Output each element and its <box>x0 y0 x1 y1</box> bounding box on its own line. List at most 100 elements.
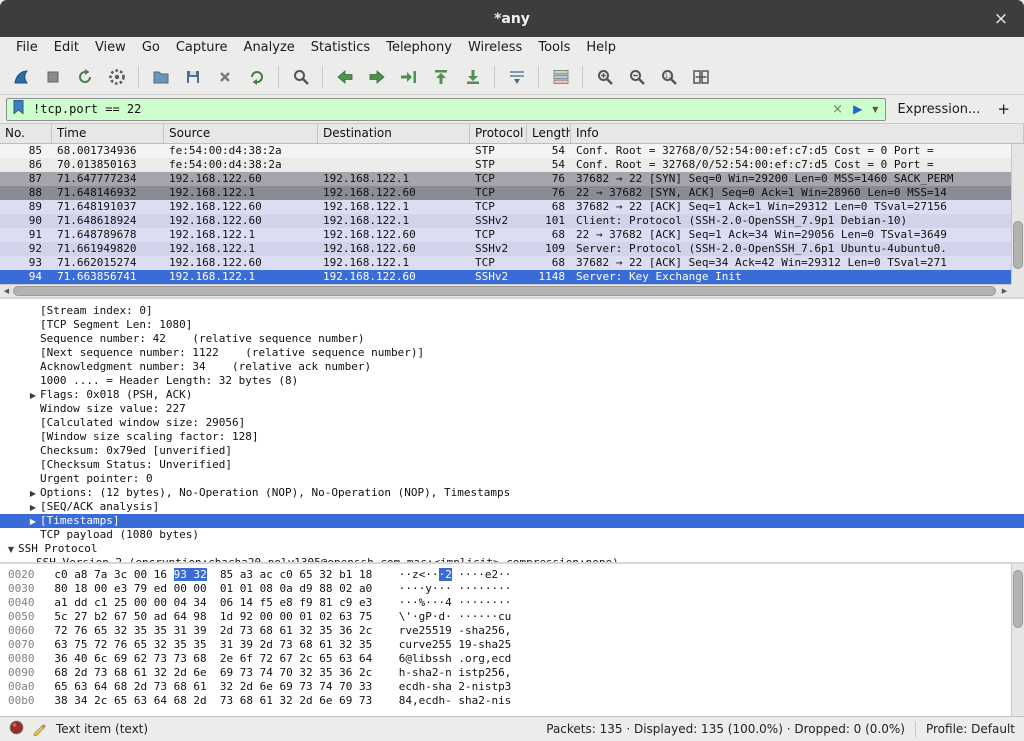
column-header-length[interactable]: Length <box>527 124 571 143</box>
scrollbar-thumb[interactable] <box>13 286 996 296</box>
packet-row[interactable]: 91 71.648789678 192.168.122.1 192.168.12… <box>0 228 1011 242</box>
hex-row[interactable]: 0020c0 a8 7a 3c 00 16 93 3285 a3 ac c0 6… <box>8 568 1024 582</box>
colorize-icon[interactable] <box>545 62 576 91</box>
file-save-icon[interactable] <box>177 62 208 91</box>
menu-item[interactable]: Go <box>134 37 168 59</box>
packet-row[interactable]: 88 71.648146932 192.168.122.1 192.168.12… <box>0 186 1011 200</box>
display-filter-input[interactable] <box>31 101 824 117</box>
expression-button[interactable]: Expression... <box>893 102 984 117</box>
expander-icon[interactable]: ▶ <box>26 389 40 402</box>
detail-row[interactable]: Sequence number: 42 (relative sequence n… <box>0 332 1024 346</box>
add-filter-button[interactable]: + <box>991 100 1018 118</box>
packet-row[interactable]: 90 71.648618924 192.168.122.60 192.168.1… <box>0 214 1011 228</box>
zoom-original-icon[interactable]: 1:1 <box>653 62 684 91</box>
hex-row[interactable]: 003080 18 00 e3 79 ed 00 0001 01 08 0a d… <box>8 582 1024 596</box>
go-to-packet-icon[interactable] <box>393 62 424 91</box>
scroll-left-icon[interactable]: ◀ <box>0 287 13 295</box>
filter-dropdown-icon[interactable]: ▼ <box>870 105 880 114</box>
packet-row[interactable]: 87 71.647777234 192.168.122.60 192.168.1… <box>0 172 1011 186</box>
detail-row[interactable]: Urgent pointer: 0 <box>0 472 1024 486</box>
packet-row[interactable]: 85 68.001734936 fe:54:00:d4:38:2a STP 54… <box>0 144 1011 158</box>
hex-row[interactable]: 006072 76 65 32 35 35 31 392d 73 68 61 3… <box>8 624 1024 638</box>
display-filter-field[interactable]: × ▶ ▼ <box>6 98 886 121</box>
go-last-icon[interactable] <box>457 62 488 91</box>
column-header-no[interactable]: No. <box>0 124 52 143</box>
packet-row[interactable]: 89 71.648191037 192.168.122.60 192.168.1… <box>0 200 1011 214</box>
detail-row[interactable]: ▶Options: (12 bytes), No-Operation (NOP)… <box>0 486 1024 500</box>
window-close-button[interactable]: × <box>990 8 1012 30</box>
profile-label[interactable]: Profile: Default <box>926 722 1015 736</box>
hex-row[interactable]: 00505c 27 b2 67 50 ad 64 981d 92 00 00 0… <box>8 610 1024 624</box>
column-header-info[interactable]: Info <box>571 124 1024 143</box>
detail-row[interactable]: ▼SSH Protocol <box>0 542 1024 556</box>
scroll-right-icon[interactable]: ▶ <box>998 287 1011 295</box>
menu-item[interactable]: Tools <box>530 37 578 59</box>
hex-row[interactable]: 009068 2d 73 68 61 32 2d 6e69 73 74 70 3… <box>8 666 1024 680</box>
detail-row[interactable]: ▶Flags: 0x018 (PSH, ACK) <box>0 388 1024 402</box>
column-header-destination[interactable]: Destination <box>318 124 470 143</box>
detail-row[interactable]: Acknowledgment number: 34 (relative ack … <box>0 360 1024 374</box>
auto-scroll-icon[interactable] <box>501 62 532 91</box>
menu-item[interactable]: Analyze <box>236 37 303 59</box>
hex-row[interactable]: 007063 75 72 76 65 32 35 3531 39 2d 73 6… <box>8 638 1024 652</box>
detail-row[interactable]: [Stream index: 0] <box>0 304 1024 318</box>
filter-apply-icon[interactable]: ▶ <box>851 102 864 116</box>
packet-list-horizontal-scrollbar[interactable]: ◀ ▶ <box>0 284 1011 297</box>
packet-list-vertical-scrollbar[interactable] <box>1011 144 1024 284</box>
expander-icon[interactable]: ▼ <box>4 543 18 556</box>
filter-clear-icon[interactable]: × <box>830 102 845 117</box>
expander-icon[interactable]: ▶ <box>26 515 40 528</box>
detail-row[interactable]: SSH Version 2 (encryption:chacha20-poly1… <box>0 556 1024 562</box>
menu-item[interactable]: Wireless <box>460 37 530 59</box>
detail-row[interactable]: Window size value: 227 <box>0 402 1024 416</box>
menu-item[interactable]: Telephony <box>378 37 460 59</box>
find-packet-icon[interactable] <box>285 62 316 91</box>
expander-icon[interactable]: ▶ <box>26 501 40 514</box>
capture-stop-icon[interactable] <box>37 62 68 91</box>
capture-start-icon[interactable] <box>5 62 36 91</box>
go-first-icon[interactable] <box>425 62 456 91</box>
hex-row[interactable]: 00a065 63 64 68 2d 73 68 6132 2d 6e 69 7… <box>8 680 1024 694</box>
packet-row[interactable]: 86 70.013850163 fe:54:00:d4:38:2a STP 54… <box>0 158 1011 172</box>
resize-columns-icon[interactable] <box>685 62 716 91</box>
packet-row[interactable]: 94 71.663856741 192.168.122.1 192.168.12… <box>0 270 1011 284</box>
hex-row[interactable]: 008036 40 6c 69 62 73 73 682e 6f 72 67 2… <box>8 652 1024 666</box>
go-back-icon[interactable] <box>329 62 360 91</box>
zoom-out-icon[interactable] <box>621 62 652 91</box>
menu-item[interactable]: Capture <box>168 37 236 59</box>
packet-row[interactable]: 92 71.661949820 192.168.122.1 192.168.12… <box>0 242 1011 256</box>
zoom-in-icon[interactable] <box>589 62 620 91</box>
packet-row[interactable]: 93 71.662015274 192.168.122.60 192.168.1… <box>0 256 1011 270</box>
column-header-source[interactable]: Source <box>164 124 318 143</box>
detail-row[interactable]: [Calculated window size: 29056] <box>0 416 1024 430</box>
capture-restart-icon[interactable] <box>69 62 100 91</box>
bytes-vertical-scrollbar[interactable] <box>1011 564 1024 716</box>
detail-row[interactable]: [Next sequence number: 1122 (relative se… <box>0 346 1024 360</box>
file-close-icon[interactable] <box>209 62 240 91</box>
scrollbar-thumb[interactable] <box>1013 221 1023 269</box>
column-header-protocol[interactable]: Protocol <box>470 124 527 143</box>
detail-row[interactable]: ▶[SEQ/ACK analysis] <box>0 500 1024 514</box>
hex-row[interactable]: 00b038 34 2c 65 63 64 68 2d73 68 61 32 2… <box>8 694 1024 708</box>
hex-row[interactable]: 0040a1 dd c1 25 00 00 04 3406 14 f5 e8 f… <box>8 596 1024 610</box>
detail-row[interactable]: TCP payload (1080 bytes) <box>0 528 1024 542</box>
menu-item[interactable]: Help <box>578 37 624 59</box>
menu-item[interactable]: View <box>87 37 134 59</box>
menu-item[interactable]: Statistics <box>303 37 378 59</box>
capture-comment-icon[interactable] <box>32 720 48 739</box>
capture-options-icon[interactable] <box>101 62 132 91</box>
filter-bookmark-icon[interactable] <box>12 99 25 119</box>
detail-row[interactable]: [TCP Segment Len: 1080] <box>0 318 1024 332</box>
menu-item[interactable]: Edit <box>46 37 87 59</box>
detail-row[interactable]: Checksum: 0x79ed [unverified] <box>0 444 1024 458</box>
detail-row[interactable]: ▶[Timestamps] <box>0 514 1024 528</box>
go-forward-icon[interactable] <box>361 62 392 91</box>
detail-row[interactable]: [Checksum Status: Unverified] <box>0 458 1024 472</box>
detail-row[interactable]: [Window size scaling factor: 128] <box>0 430 1024 444</box>
menu-item[interactable]: File <box>8 37 46 59</box>
expert-info-icon[interactable] <box>9 720 24 738</box>
reload-icon[interactable] <box>241 62 272 91</box>
column-header-time[interactable]: Time <box>52 124 164 143</box>
file-open-icon[interactable] <box>145 62 176 91</box>
expander-icon[interactable]: ▶ <box>26 487 40 500</box>
